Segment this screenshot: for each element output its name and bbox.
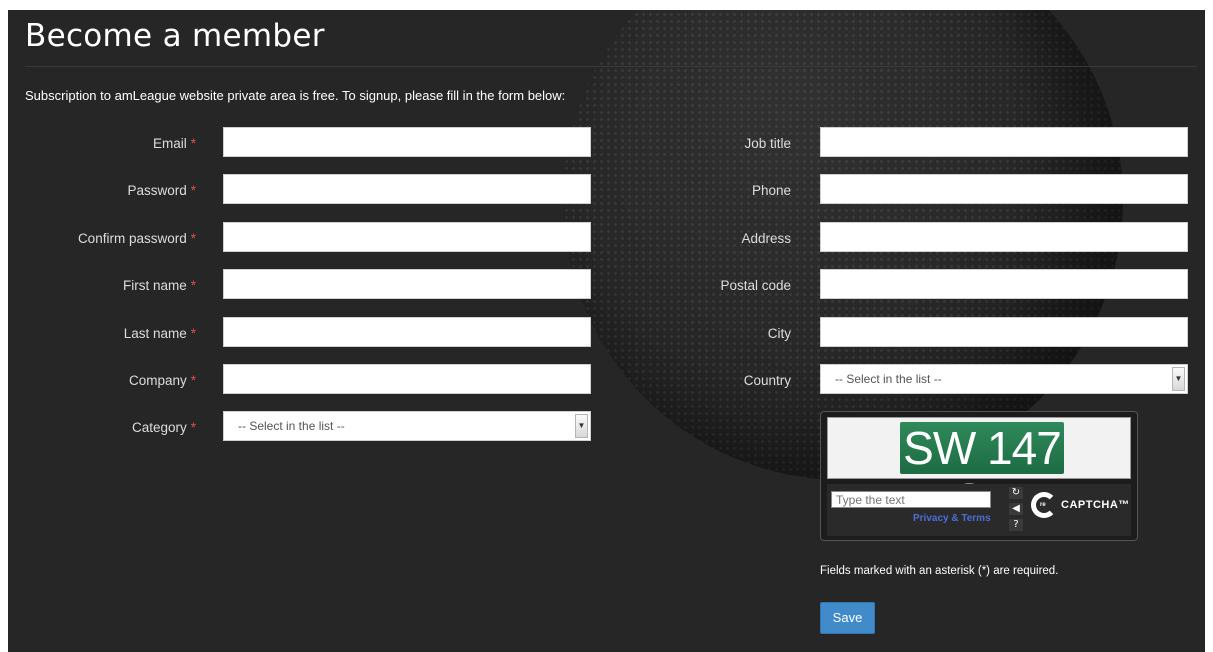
audio-icon[interactable]: ◀ [1009, 503, 1023, 515]
title-divider [25, 66, 1197, 67]
save-button[interactable]: Save [820, 602, 875, 634]
email-label: Email * [152, 136, 196, 151]
captcha-response-input[interactable] [831, 491, 991, 508]
postal-code-field[interactable] [820, 269, 1188, 299]
city-label: City [767, 326, 791, 341]
category-select[interactable]: -- Select in the list -- ▼ [223, 411, 591, 441]
captcha-word: SW 147 ST [900, 422, 1064, 526]
job-title-label: Job title [744, 136, 791, 151]
email-field[interactable] [223, 127, 591, 157]
category-label: Category * [131, 420, 196, 435]
page-title: Become a member [25, 18, 325, 54]
first-name-field[interactable] [223, 269, 591, 299]
password-label: Password * [127, 183, 196, 198]
phone-label: Phone [751, 183, 791, 198]
country-select-value: -- Select in the list -- [835, 372, 942, 386]
recaptcha-logo-icon: re CAPTCHA™ [1031, 492, 1129, 528]
job-title-field[interactable] [820, 127, 1188, 157]
confirm-password-field[interactable] [223, 222, 591, 252]
first-name-label: First name * [122, 278, 196, 293]
password-field[interactable] [223, 174, 591, 204]
dropdown-arrow-icon[interactable]: ▼ [1172, 367, 1185, 391]
recaptcha-prefix: re [1040, 502, 1046, 508]
address-field[interactable] [820, 222, 1188, 252]
last-name-label: Last name * [123, 326, 196, 341]
recaptcha-brand: CAPTCHA™ [1061, 499, 1130, 511]
captcha-image: SW 147 ST [827, 417, 1131, 526]
postal-code-label: Postal code [720, 278, 791, 293]
city-field[interactable] [820, 317, 1188, 347]
intro-text: Subscription to amLeague website private… [25, 88, 566, 103]
country-select[interactable]: -- Select in the list -- ▼ [820, 364, 1188, 394]
last-name-field[interactable] [223, 317, 591, 347]
help-icon[interactable]: ? [1009, 519, 1023, 531]
category-select-value: -- Select in the list -- [238, 419, 345, 433]
reload-icon[interactable]: ↻ [1009, 487, 1023, 499]
required-note: Fields marked with an asterisk (*) are r… [820, 565, 1059, 577]
address-label: Address [741, 231, 791, 246]
confirm-password-label: Confirm password * [77, 231, 196, 246]
page: Become a member Subscription to amLeague… [8, 10, 1205, 652]
captcha-panel: Privacy & Terms ↻ ◀ ? re CAPTCHA™ [827, 484, 1131, 536]
phone-field[interactable] [820, 174, 1188, 204]
dropdown-arrow-icon[interactable]: ▼ [575, 414, 588, 438]
company-field[interactable] [223, 364, 591, 394]
captcha-privacy-link[interactable]: Privacy & Terms [913, 513, 991, 524]
country-label: Country [743, 373, 791, 388]
company-label: Company * [128, 373, 196, 388]
recaptcha-widget: SW 147 ST Privacy & Terms ↻ ◀ ? re CAPTC… [820, 411, 1138, 541]
